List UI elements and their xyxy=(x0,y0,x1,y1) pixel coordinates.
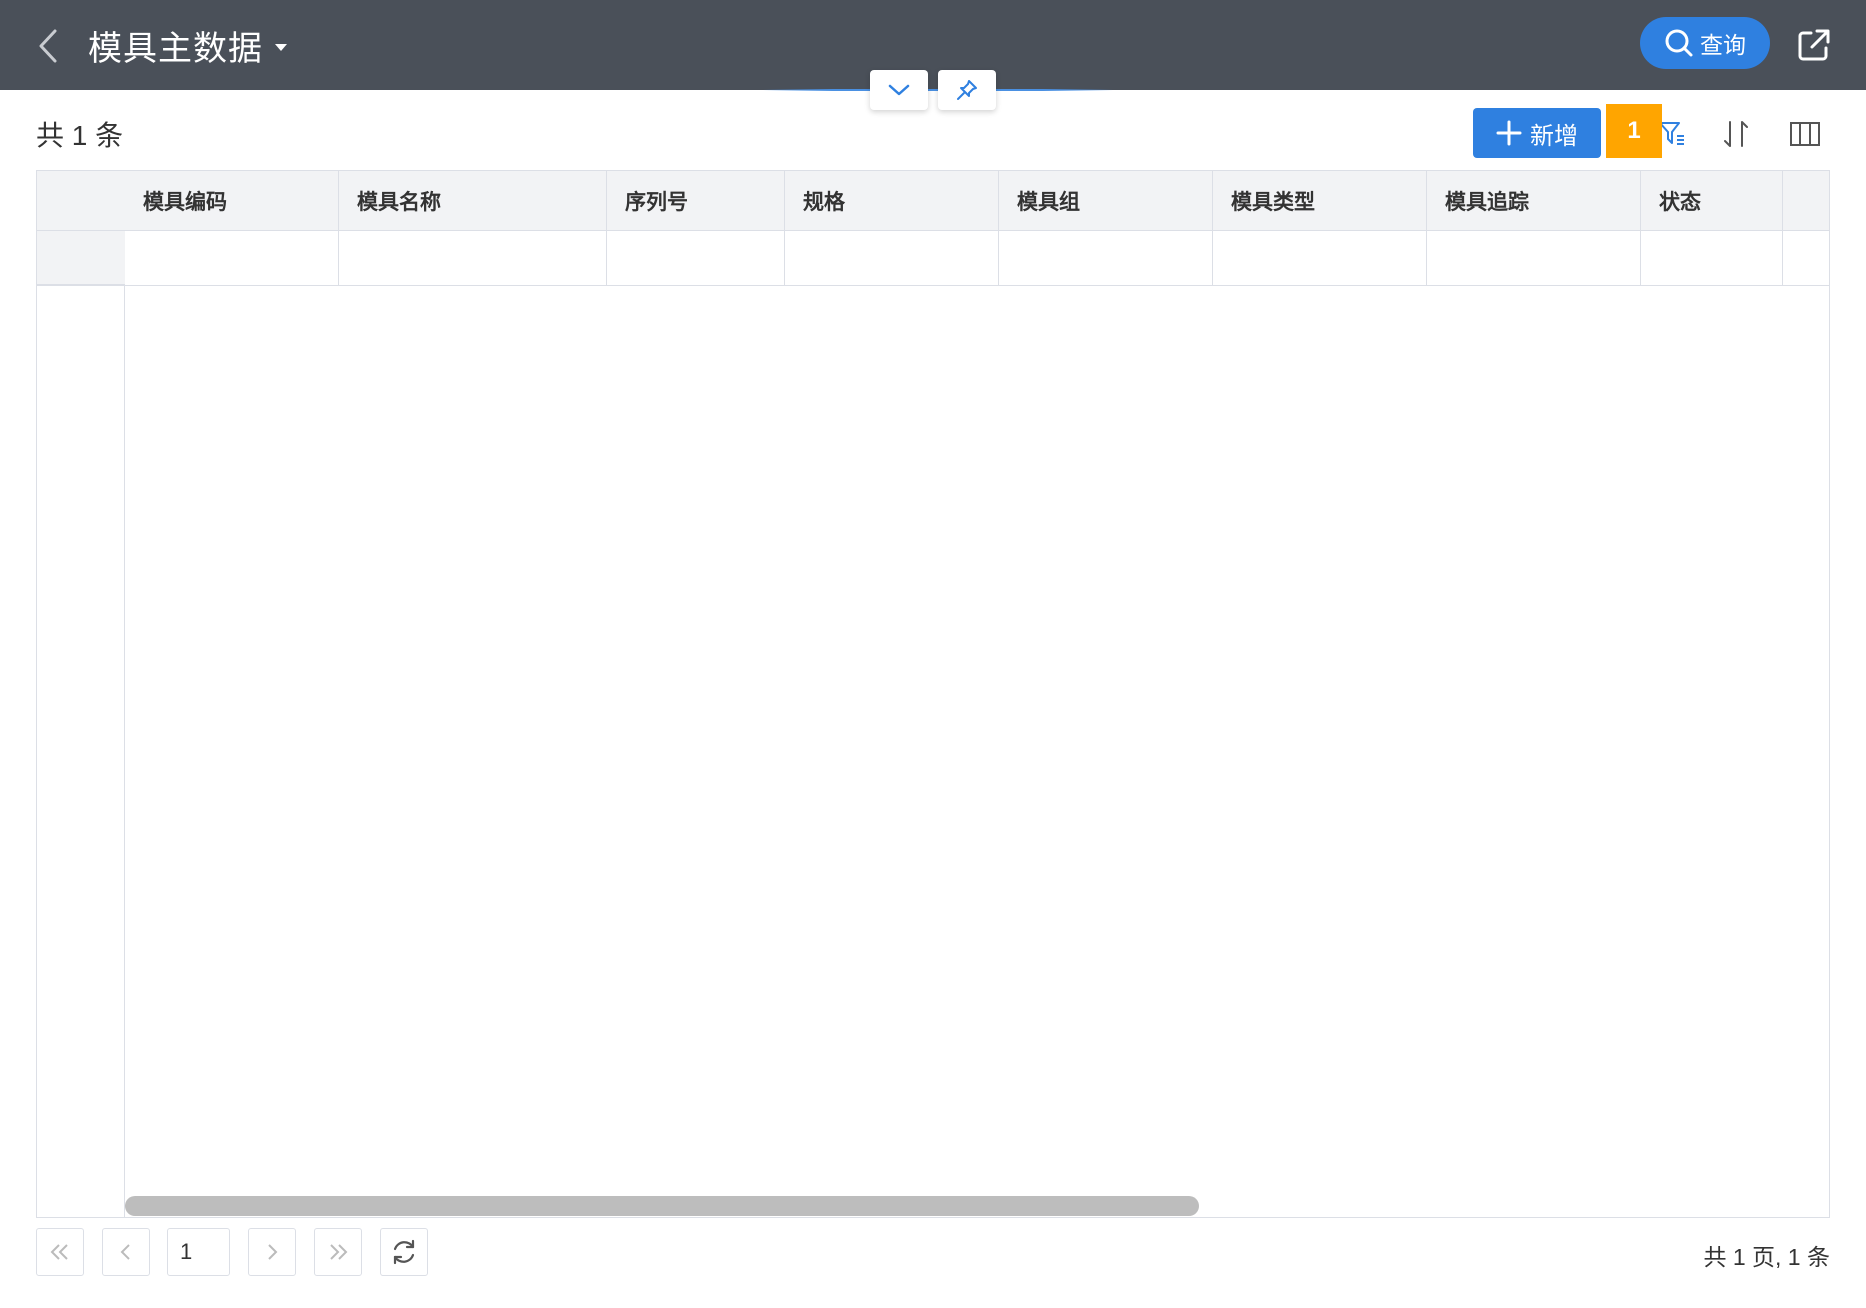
page-title: 模具主数据 xyxy=(88,29,263,68)
plus-icon xyxy=(1496,120,1522,146)
table-cell[interactable] xyxy=(999,231,1213,285)
column-header[interactable]: 模具编码 xyxy=(125,171,339,230)
last-page-icon xyxy=(330,1244,348,1260)
row-selector-column xyxy=(37,171,125,1217)
column-header[interactable]: 状态 xyxy=(1641,171,1783,230)
page-title-dropdown[interactable]: 模具主数据 xyxy=(88,20,287,70)
column-header[interactable]: 序列号 xyxy=(607,171,785,230)
search-icon xyxy=(1665,29,1693,57)
share-button[interactable] xyxy=(1795,26,1833,64)
column-header[interactable]: 规格 xyxy=(785,171,999,230)
add-button[interactable]: 新增 xyxy=(1473,108,1601,158)
app-header: 模具主数据 查询 xyxy=(0,0,1866,90)
pagination-summary: 共 1 页, 1 条 xyxy=(1703,1244,1830,1270)
data-table: 模具编码 模具名称 序列号 规格 模具组 模具类型 模具追踪 状态 xyxy=(36,170,1830,1218)
refresh-button[interactable] xyxy=(380,1228,428,1276)
prev-page-button[interactable] xyxy=(102,1228,150,1276)
first-page-button[interactable] xyxy=(36,1228,84,1276)
table-cell[interactable] xyxy=(785,231,999,285)
sort-button[interactable] xyxy=(1716,114,1756,154)
query-button-label: 查询 xyxy=(1700,32,1746,58)
pin-icon xyxy=(957,80,977,100)
columns-icon xyxy=(1790,122,1820,146)
notification-badge[interactable]: 1 xyxy=(1606,104,1662,158)
column-header[interactable]: 模具类型 xyxy=(1213,171,1427,230)
record-count: 共 1 条 xyxy=(36,120,124,151)
table-cell[interactable] xyxy=(1641,231,1783,285)
query-button[interactable]: 查询 xyxy=(1640,17,1770,69)
chevron-down-icon xyxy=(888,84,910,96)
next-page-icon xyxy=(268,1244,278,1260)
caret-down-icon xyxy=(275,43,287,51)
refresh-icon xyxy=(393,1239,415,1265)
next-page-button[interactable] xyxy=(248,1228,296,1276)
back-arrow-icon xyxy=(39,29,57,63)
horizontal-scrollbar[interactable] xyxy=(125,1196,1199,1216)
add-button-label: 新增 xyxy=(1530,122,1578,150)
page-number-input[interactable] xyxy=(167,1228,230,1276)
first-page-icon xyxy=(50,1244,68,1260)
column-header[interactable]: 模具名称 xyxy=(339,171,607,230)
back-button[interactable] xyxy=(28,24,68,68)
column-settings-button[interactable] xyxy=(1785,114,1825,154)
table-row[interactable] xyxy=(37,231,1829,286)
collapse-filter-button[interactable] xyxy=(870,70,928,110)
prev-page-icon xyxy=(120,1244,130,1260)
column-header[interactable]: 模具组 xyxy=(999,171,1213,230)
table-cell[interactable] xyxy=(1213,231,1427,285)
column-header[interactable]: 模具追踪 xyxy=(1427,171,1641,230)
table-cell[interactable] xyxy=(607,231,785,285)
table-header: 模具编码 模具名称 序列号 规格 模具组 模具类型 模具追踪 状态 xyxy=(37,171,1829,231)
last-page-button[interactable] xyxy=(314,1228,362,1276)
table-cell[interactable] xyxy=(1427,231,1641,285)
table-cell[interactable] xyxy=(339,231,607,285)
sort-icon xyxy=(1724,121,1748,147)
table-cell[interactable] xyxy=(125,231,339,285)
share-icon xyxy=(1798,29,1830,61)
pin-filter-button[interactable] xyxy=(938,70,996,110)
